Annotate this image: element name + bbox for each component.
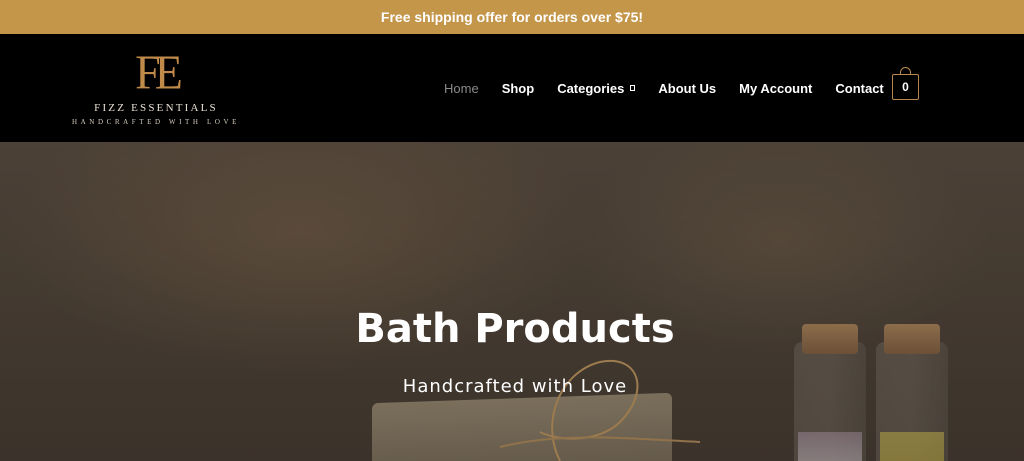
nav-item-my-account[interactable]: My Account bbox=[739, 81, 812, 96]
logo-tagline: HANDCRAFTED WITH LOVE bbox=[71, 118, 241, 126]
nav-label: Shop bbox=[501, 80, 535, 96]
shopping-bag-icon bbox=[900, 67, 911, 75]
announcement-bar: Free shipping offer for orders over $75! bbox=[0, 0, 1024, 34]
announcement-text: Free shipping offer for orders over $75! bbox=[380, 9, 644, 25]
hero-banner: Bath Products Handcrafted with Love bbox=[0, 142, 1024, 461]
nav-label: Home bbox=[444, 80, 479, 96]
hero-overlay bbox=[0, 142, 1024, 461]
site-logo[interactable]: FE FIZZ ESSENTIALS HANDCRAFTED WITH LOVE bbox=[66, 45, 246, 130]
hero-subtitle: Handcrafted with Love bbox=[402, 376, 628, 397]
nav-label: My Account bbox=[739, 80, 813, 96]
nav-label: About Us bbox=[658, 80, 717, 96]
nav-item-home[interactable]: Home bbox=[444, 81, 479, 96]
cart-count: 0 bbox=[902, 80, 909, 94]
site-header: FE FIZZ ESSENTIALS HANDCRAFTED WITH LOVE… bbox=[0, 34, 1024, 142]
dropdown-icon bbox=[630, 85, 636, 91]
nav-item-contact[interactable]: Contact bbox=[835, 81, 883, 96]
logo-brand-name: FIZZ ESSENTIALS bbox=[94, 102, 218, 114]
nav-label: Contact bbox=[835, 80, 884, 96]
nav-label: Categories bbox=[557, 80, 625, 96]
cart-button[interactable]: 0 bbox=[892, 67, 919, 100]
logo-monogram: FE bbox=[135, 45, 183, 100]
nav-item-categories[interactable]: Categories bbox=[557, 80, 636, 96]
main-nav: Home Shop Categories About Us My Account… bbox=[444, 34, 907, 142]
hero-title: Bath Products bbox=[355, 306, 675, 352]
nav-item-about-us[interactable]: About Us bbox=[658, 81, 716, 96]
nav-item-shop[interactable]: Shop bbox=[502, 81, 535, 96]
